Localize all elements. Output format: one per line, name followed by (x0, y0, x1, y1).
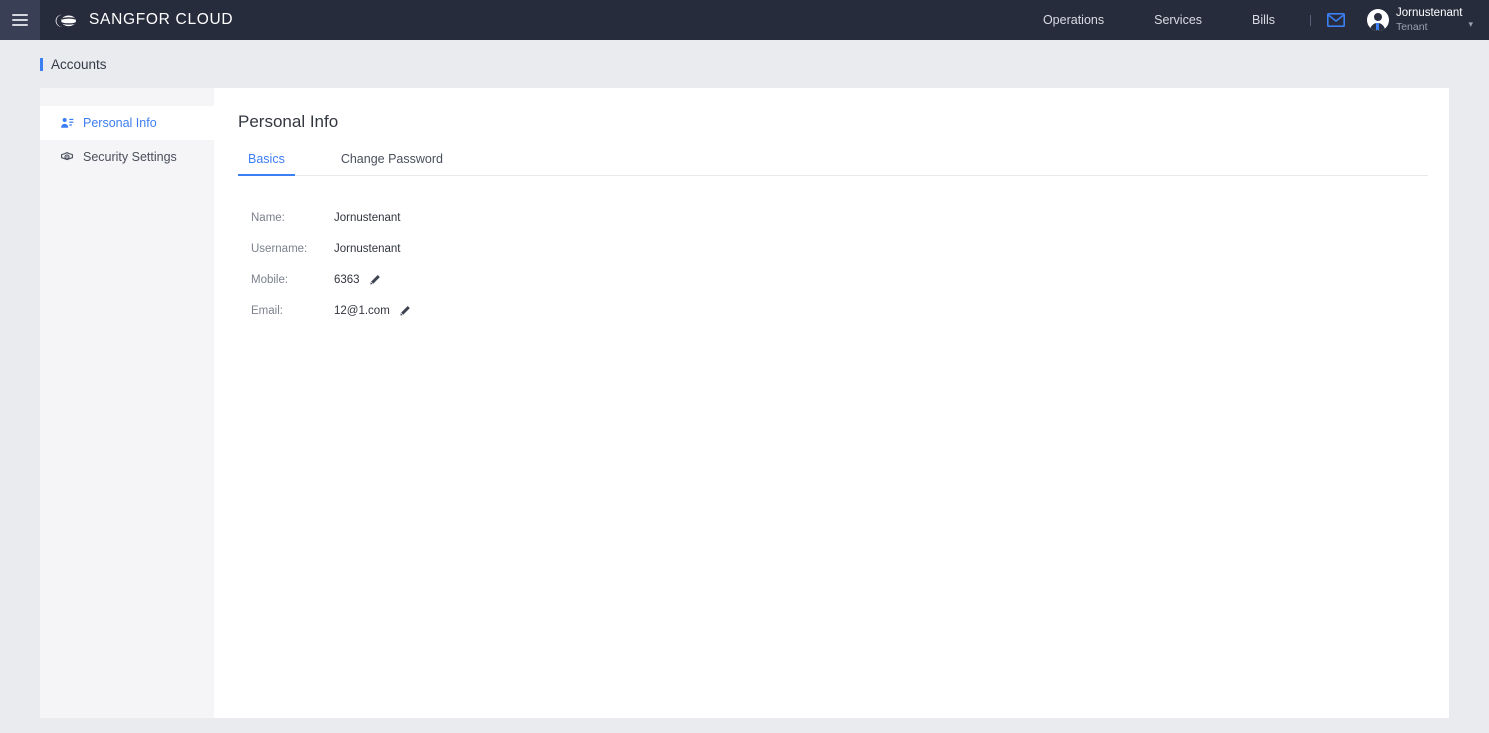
field-value-text: Jornustenant (334, 211, 401, 224)
header-nav: Operations Services Bills Jornustenant T… (1018, 0, 1489, 40)
pencil-icon (369, 274, 380, 284)
messages-button[interactable] (1326, 13, 1345, 27)
field-label: Email: (251, 304, 283, 317)
user-name: Jornustenant (1395, 7, 1463, 20)
field-value-email: 12@1.com (334, 305, 411, 317)
sidebar-item-security-settings[interactable]: Security Settings (40, 140, 214, 174)
cloud-logo-icon (55, 14, 77, 27)
hamburger-icon (12, 11, 28, 29)
field-row-email: Email: 12@1.com (238, 295, 1449, 326)
top-header: SANGFOR CLOUD Operations Services Bills … (0, 0, 1489, 40)
edit-mobile-button[interactable] (369, 274, 381, 286)
sidebar-item-label: Personal Info (83, 116, 157, 130)
sidebar-item-personal-info[interactable]: Personal Info (40, 106, 214, 140)
user-identity: Jornustenant Tenant (1396, 7, 1463, 32)
breadcrumb: Accounts (40, 57, 107, 72)
chevron-down-icon: ▾ (1468, 18, 1473, 29)
field-row-mobile: Mobile: 6363 (238, 264, 1449, 295)
tab-bar: Basics Change Password (238, 152, 1428, 176)
hamburger-menu-button[interactable] (0, 0, 40, 40)
user-menu-button[interactable]: Jornustenant Tenant ▾ (1366, 7, 1473, 33)
nav-item-bills[interactable]: Bills (1227, 0, 1300, 40)
nav-item-operations[interactable]: Operations (1018, 0, 1129, 40)
brand-logo-link[interactable]: SANGFOR CLOUD (54, 7, 233, 33)
settings-sidebar: Personal Info Security Settings (40, 88, 214, 718)
user-role: Tenant (1395, 20, 1428, 33)
tab-basics[interactable]: Basics (238, 152, 295, 176)
breadcrumb-bar: Accounts (0, 40, 1489, 88)
envelope-icon (1326, 13, 1345, 27)
nav-item-services[interactable]: Services (1129, 0, 1227, 40)
field-label: Mobile: (251, 273, 289, 286)
breadcrumb-accent-bar (40, 57, 43, 71)
header-divider (1309, 14, 1311, 26)
brand-name: SANGFOR CLOUD (89, 11, 234, 28)
pencil-icon (400, 305, 410, 315)
field-row-name: Name: Jornustenant (238, 202, 1449, 233)
content-panel: Personal Info Basics Change Password Nam… (214, 88, 1449, 718)
tab-change-password[interactable]: Change Password (331, 152, 453, 175)
page-title: Accounts (51, 56, 107, 72)
field-value-mobile: 6363 (334, 274, 381, 286)
field-value-username: Jornustenant (334, 243, 401, 255)
user-card-icon (59, 116, 74, 131)
sidebar-item-label: Security Settings (83, 150, 177, 164)
field-value-text: Jornustenant (334, 242, 401, 255)
profile-fields: Name: Jornustenant Username: Jornustenan… (238, 202, 1449, 326)
field-label: Username: (251, 242, 308, 255)
field-label: Name: (251, 211, 285, 224)
field-row-username: Username: Jornustenant (238, 233, 1449, 264)
user-avatar-icon (1366, 9, 1389, 31)
field-value-text: 12@1.com (334, 304, 390, 317)
shield-gear-icon (59, 150, 74, 165)
edit-email-button[interactable] (399, 305, 411, 317)
field-value-text: 6363 (334, 273, 360, 286)
section-title: Personal Info (238, 112, 339, 131)
page-body: Personal Info Security Settings Personal… (40, 88, 1449, 718)
field-value-name: Jornustenant (334, 212, 401, 224)
